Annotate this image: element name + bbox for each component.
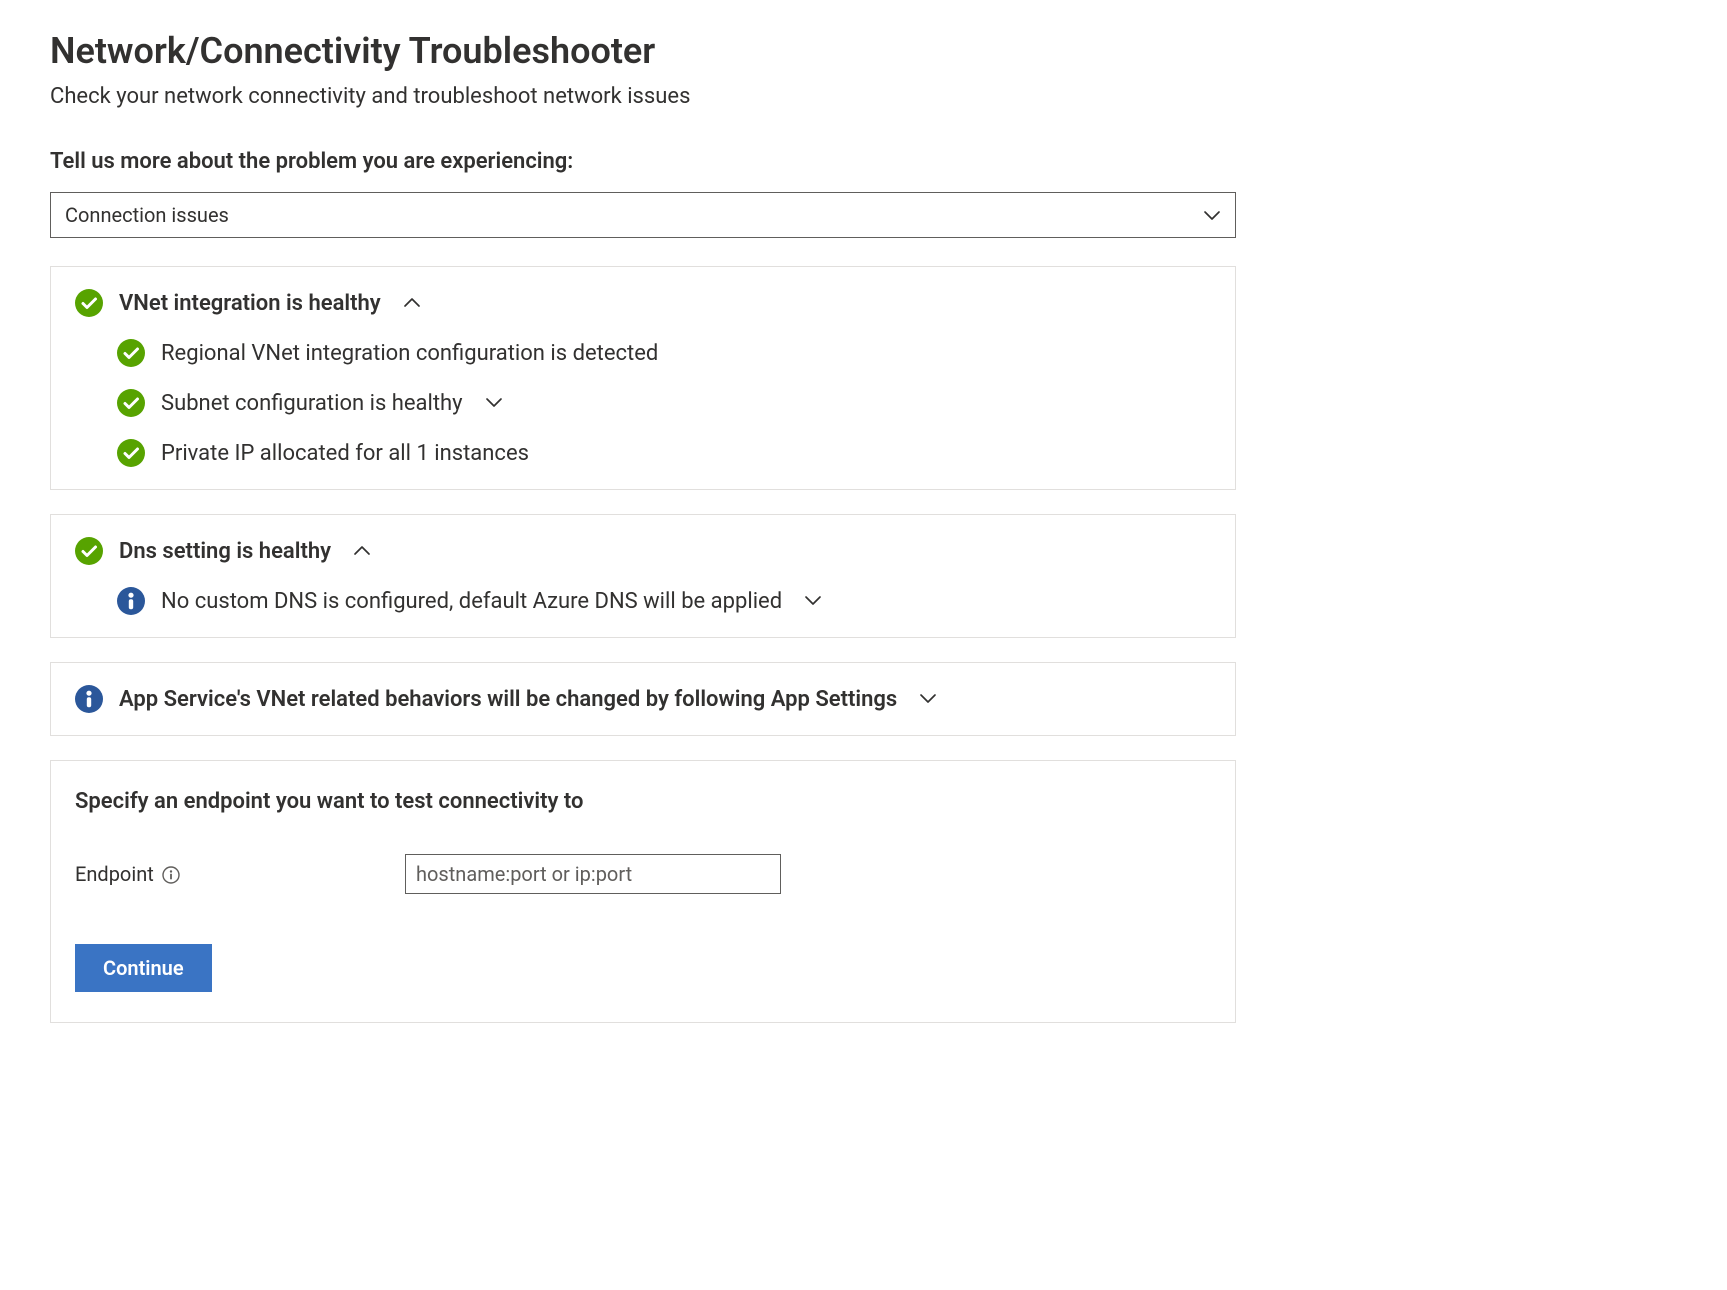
chevron-down-icon [919, 690, 937, 708]
chevron-down-icon [1203, 206, 1221, 224]
dns-setting-title: Dns setting is healthy [119, 539, 331, 564]
vnet-item-label: Subnet configuration is healthy [161, 391, 463, 416]
vnet-item-label: Private IP allocated for all 1 instances [161, 441, 529, 466]
chevron-up-icon [403, 294, 421, 312]
chevron-up-icon [353, 542, 371, 560]
dns-item-default[interactable]: No custom DNS is configured, default Azu… [117, 587, 1211, 615]
chevron-down-icon [804, 592, 822, 610]
dns-setting-panel: Dns setting is healthy No custom DNS is … [50, 514, 1236, 638]
chevron-down-icon [485, 394, 503, 412]
check-circle-icon [75, 289, 103, 317]
vnet-item-subnet[interactable]: Subnet configuration is healthy [117, 389, 1211, 417]
vnet-item-privateip: Private IP allocated for all 1 instances [117, 439, 1211, 467]
info-circle-icon [75, 685, 103, 713]
vnet-integration-title: VNet integration is healthy [119, 291, 381, 316]
check-circle-icon [117, 339, 145, 367]
problem-dropdown[interactable]: Connection issues [50, 192, 1236, 238]
check-circle-icon [117, 389, 145, 417]
endpoint-label-text: Endpoint [75, 862, 154, 886]
info-circle-icon [117, 587, 145, 615]
vnet-item-label: Regional VNet integration configuration … [161, 341, 658, 366]
dns-item-label: No custom DNS is configured, default Azu… [161, 589, 782, 614]
check-circle-icon [75, 537, 103, 565]
check-circle-icon [117, 439, 145, 467]
endpoint-panel-title: Specify an endpoint you want to test con… [75, 789, 1211, 814]
app-settings-title: App Service's VNet related behaviors wil… [119, 687, 897, 712]
problem-prompt-label: Tell us more about the problem you are e… [50, 149, 1677, 174]
continue-button[interactable]: Continue [75, 944, 212, 992]
endpoint-row: Endpoint [75, 854, 1211, 894]
app-settings-header[interactable]: App Service's VNet related behaviors wil… [75, 685, 1211, 713]
endpoint-panel: Specify an endpoint you want to test con… [50, 760, 1236, 1023]
problem-dropdown-value: Connection issues [65, 203, 229, 227]
page-subtitle: Check your network connectivity and trou… [50, 84, 1677, 109]
vnet-integration-header[interactable]: VNet integration is healthy [75, 289, 1211, 317]
page-title: Network/Connectivity Troubleshooter [50, 30, 1677, 72]
dns-setting-header[interactable]: Dns setting is healthy [75, 537, 1211, 565]
info-outline-icon[interactable] [162, 865, 180, 883]
app-settings-panel: App Service's VNet related behaviors wil… [50, 662, 1236, 736]
endpoint-input[interactable] [405, 854, 781, 894]
vnet-item-regional: Regional VNet integration configuration … [117, 339, 1211, 367]
endpoint-field-label: Endpoint [75, 862, 395, 886]
vnet-integration-panel: VNet integration is healthy Regional VNe… [50, 266, 1236, 490]
